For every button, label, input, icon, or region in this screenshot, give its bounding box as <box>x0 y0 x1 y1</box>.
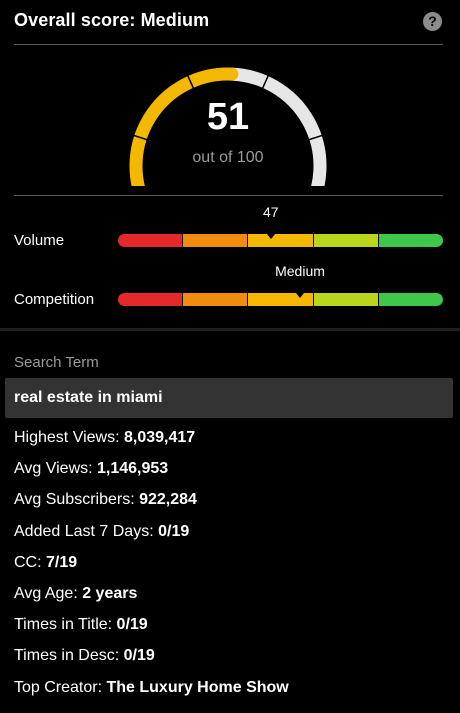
search-term-field[interactable]: real estate in miami <box>5 378 453 418</box>
stat-value: The Luxury Home Show <box>106 678 289 696</box>
meter-segment <box>313 234 378 247</box>
stat-value: 922,284 <box>139 491 197 509</box>
stat-row: Times in Desc: 0/19 <box>14 647 155 665</box>
stat-value: 7/19 <box>46 553 78 571</box>
stat-row: Avg Subscribers: 922,284 <box>14 491 197 509</box>
competition-label: Competition <box>14 291 95 308</box>
stat-row: Avg Views: 1,146,953 <box>14 460 168 478</box>
stat-label: Avg Views: <box>14 460 98 478</box>
stat-value: 0/19 <box>158 522 190 540</box>
meter-segment <box>183 293 248 306</box>
stat-value: 8,039,417 <box>123 429 196 446</box>
competition-value: Medium <box>275 263 325 279</box>
search-term-label: Search Term <box>14 354 99 371</box>
stat-value: 0/19 <box>123 647 155 665</box>
header-divider <box>14 44 443 45</box>
gauge-divider <box>14 195 443 196</box>
competition-marker <box>296 293 304 298</box>
volume-meter <box>118 234 443 247</box>
meter-segment <box>378 234 443 247</box>
stat-label: Top Creator: <box>14 678 107 696</box>
competition-meter <box>118 293 443 306</box>
meter-segment <box>313 293 378 306</box>
overall-score-title: Overall score: Medium <box>14 10 210 30</box>
stat-row: Highest Views: 8,039,417 <box>14 429 195 447</box>
stat-label: Times in Desc: <box>14 647 124 665</box>
score-caption: out of 100 <box>192 149 264 166</box>
meter-segment <box>378 293 443 306</box>
stat-row: Times in Title: 0/19 <box>14 616 148 634</box>
meter-segment <box>183 234 248 247</box>
stat-value: 0/19 <box>116 616 148 634</box>
stat-label: Added Last 7 Days: <box>14 522 159 540</box>
meter-segment <box>118 234 183 247</box>
score-panel: Overall score: Medium ? 51 out of 100 47… <box>0 0 460 328</box>
stat-value: 2 years <box>82 585 138 602</box>
stat-row: Avg Age: 2 years <box>14 585 137 603</box>
volume-label: Volume <box>14 232 65 249</box>
volume-value: 47 <box>262 204 279 220</box>
score-value: 51 <box>206 96 250 138</box>
stat-label: Times in Title: <box>14 616 117 634</box>
volume-marker <box>266 234 275 239</box>
stat-value: 1,146,953 <box>97 460 169 478</box>
stat-row: Top Creator: The Luxury Home Show <box>14 679 289 697</box>
meter-segment <box>118 293 183 306</box>
stat-label: CC: <box>14 553 46 571</box>
stat-row: CC: 7/19 <box>14 554 77 572</box>
stat-row: Added Last 7 Days: 0/19 <box>14 523 189 541</box>
stat-label: Avg Age: <box>14 585 83 602</box>
question-icon[interactable]: ? <box>423 12 442 31</box>
stat-label: Highest Views: <box>14 429 124 446</box>
meter-segment <box>248 234 313 247</box>
stat-label: Avg Subscribers: <box>14 491 140 509</box>
